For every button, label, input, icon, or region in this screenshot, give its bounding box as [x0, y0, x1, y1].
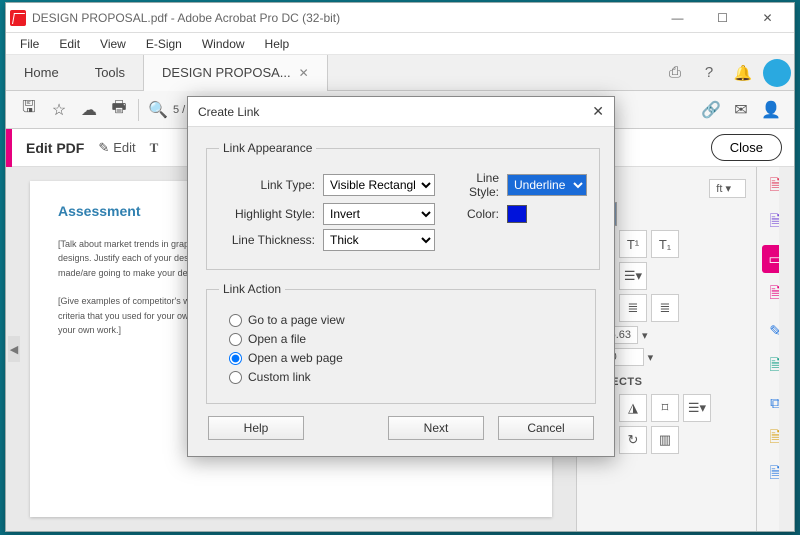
highlight-style-select[interactable]: Invert: [323, 203, 435, 225]
dialog-titlebar: Create Link ✕: [188, 97, 614, 127]
dialog-close-icon[interactable]: ✕: [592, 103, 604, 120]
radio-open-web[interactable]: [229, 352, 242, 365]
radio-page-view[interactable]: [229, 314, 242, 327]
color-label: Color:: [443, 207, 499, 221]
link-type-select[interactable]: Visible Rectangle: [323, 174, 435, 196]
link-appearance-legend: Link Appearance: [219, 141, 316, 155]
line-style-label: Line Style:: [443, 171, 499, 199]
modal-overlay: Create Link ✕ Link Appearance Link Type:…: [0, 0, 800, 535]
cancel-button[interactable]: Cancel: [498, 416, 594, 440]
link-action-legend: Link Action: [219, 282, 285, 296]
help-button[interactable]: Help: [208, 416, 304, 440]
link-color-swatch[interactable]: [507, 205, 527, 223]
link-type-label: Link Type:: [219, 178, 315, 192]
link-appearance-group: Link Appearance Link Type: Visible Recta…: [206, 141, 600, 270]
line-style-select[interactable]: Underline: [507, 174, 587, 196]
link-action-group: Link Action Go to a page view Open a fil…: [206, 282, 596, 404]
line-thickness-label: Line Thickness:: [219, 233, 315, 247]
highlight-style-label: Highlight Style:: [219, 207, 315, 221]
dialog-title: Create Link: [198, 105, 259, 119]
create-link-dialog: Create Link ✕ Link Appearance Link Type:…: [187, 96, 615, 457]
line-thickness-select[interactable]: Thick: [323, 229, 435, 251]
radio-open-file[interactable]: [229, 333, 242, 346]
next-button[interactable]: Next: [388, 416, 484, 440]
radio-custom-link[interactable]: [229, 371, 242, 384]
